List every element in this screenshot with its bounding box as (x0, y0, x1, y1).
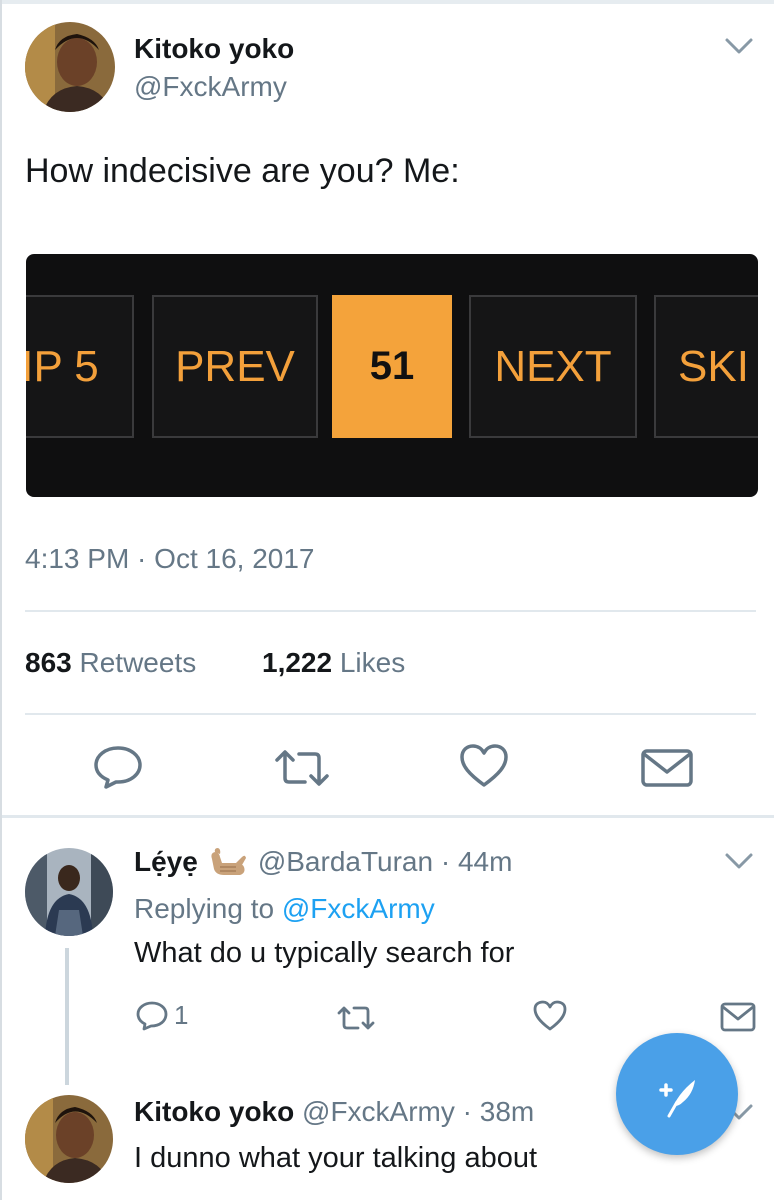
compose-feather-icon (659, 1080, 695, 1118)
reply-header: Kitoko yoko @FxckArmy · 38m (134, 1096, 534, 1128)
likes-label: Likes (339, 647, 406, 678)
reply-author-handle[interactable]: @BardaTuran (258, 846, 433, 877)
retweets-count: 863 (25, 647, 72, 678)
call-me-hand-emoji-icon (206, 845, 248, 877)
pagination-label: IP 5 (26, 341, 99, 391)
tweet-timestamp[interactable]: 4:13 PM · Oct 16, 2017 (25, 543, 315, 575)
reply-icon[interactable] (92, 744, 144, 790)
like-icon[interactable] (459, 743, 509, 789)
author-handle[interactable]: @FxckArmy (134, 71, 287, 103)
pagination-skip-back-button: IP 5 (26, 295, 134, 438)
chevron-down-icon[interactable] (724, 851, 754, 871)
reply-icon[interactable] (135, 1000, 169, 1032)
divider (25, 713, 756, 715)
likes-stat[interactable]: 1,222 Likes (262, 647, 405, 679)
reply-text: I dunno what your talking about (134, 1142, 538, 1174)
pagination-current-page: 51 (332, 295, 452, 438)
pagination-skip-forward-button: SKI (654, 295, 758, 438)
reply-header: Lẹ́yẹ @BardaTuran · 44m (134, 845, 512, 878)
replying-to-handle-link[interactable]: @FxckArmy (282, 893, 435, 924)
tweet-text: How indecisive are you? Me: (25, 152, 460, 190)
pagination-label: 51 (369, 344, 415, 388)
retweets-label: Retweets (79, 647, 197, 678)
replying-to-line: Replying to @FxckArmy (134, 893, 435, 925)
section-divider (2, 815, 774, 818)
direct-message-icon[interactable] (720, 1002, 756, 1032)
pagination-next-button: NEXT (469, 295, 637, 438)
replying-to-prefix: Replying to (134, 893, 275, 924)
compose-tweet-button[interactable] (616, 1033, 738, 1155)
retweet-icon[interactable] (336, 1004, 376, 1032)
reply-author-name[interactable]: Kitoko yoko (134, 1096, 294, 1127)
like-icon[interactable] (532, 999, 568, 1032)
retweets-stat[interactable]: 863 Retweets (25, 647, 196, 679)
pagination-prev-button: PREV (152, 295, 318, 438)
author-name[interactable]: Kitoko yoko (134, 33, 294, 65)
reply-author-name[interactable]: Lẹ́yẹ (134, 846, 198, 877)
tweet-media-image[interactable]: IP 5 PREV 51 NEXT SKI (26, 254, 758, 497)
thread-connector-line (65, 948, 69, 1085)
tweet-stats: 863 Retweets 1,222 Likes (25, 647, 405, 679)
likes-count: 1,222 (262, 647, 333, 678)
divider (25, 610, 756, 612)
reply-count: 1 (174, 1000, 189, 1030)
top-divider (2, 0, 774, 4)
pagination-label: PREV (175, 341, 295, 391)
pagination-label: NEXT (494, 341, 612, 391)
chevron-down-icon[interactable] (724, 36, 754, 56)
tweet-detail-screen: Kitoko yoko @FxckArmy How indecisive are… (0, 0, 774, 1200)
reply-author-avatar[interactable] (25, 848, 113, 936)
reply-time: · 38m (462, 1096, 535, 1127)
author-avatar[interactable] (25, 22, 115, 112)
reply-author-avatar[interactable] (25, 1095, 113, 1183)
direct-message-icon[interactable] (640, 748, 694, 788)
reply-text: What do u typically search for (134, 937, 515, 969)
reply-time: · 44m (440, 846, 513, 877)
retweet-icon[interactable] (273, 748, 331, 788)
pagination-label: SKI (678, 341, 749, 391)
reply-author-handle[interactable]: @FxckArmy (302, 1096, 455, 1127)
